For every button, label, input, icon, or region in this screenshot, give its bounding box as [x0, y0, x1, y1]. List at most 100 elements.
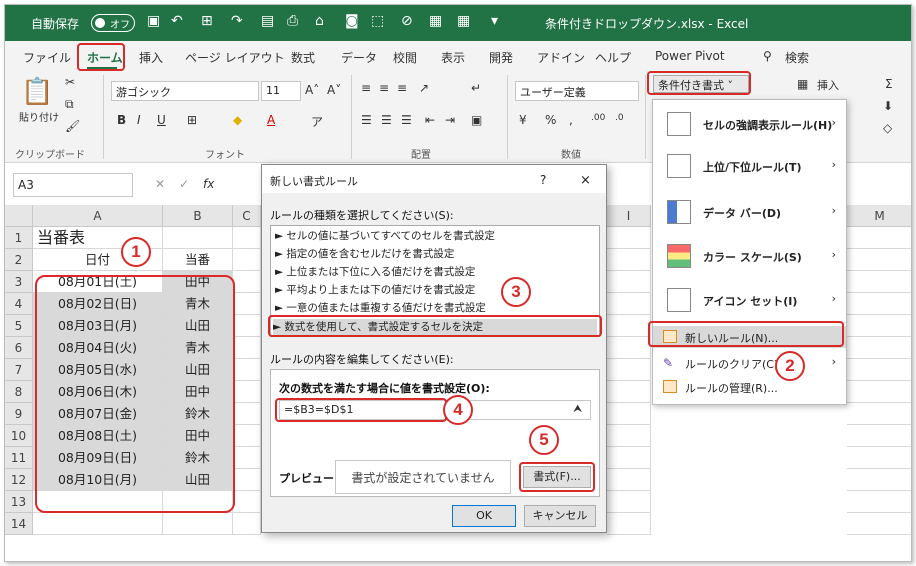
cell-i[interactable]: [607, 271, 651, 293]
cell-c[interactable]: [233, 337, 261, 359]
cancel-button[interactable]: キャンセル: [524, 505, 596, 527]
cell-i[interactable]: [607, 337, 651, 359]
column-header-c[interactable]: C: [233, 205, 261, 227]
rule-option[interactable]: ► 平均より上または下の値だけを書式設定: [275, 282, 595, 299]
align-bottom-icon[interactable]: ≡: [397, 81, 407, 95]
menu-item-icon-sets[interactable]: アイコン セット(I) ›: [653, 288, 846, 312]
comma-icon[interactable]: ,: [569, 113, 573, 127]
cell-i[interactable]: [607, 359, 651, 381]
font-color-icon[interactable]: A: [267, 113, 275, 127]
cell-i[interactable]: [607, 249, 651, 271]
tab-view[interactable]: 表示: [441, 49, 465, 66]
wrap-text-icon[interactable]: ↵: [471, 81, 481, 95]
row-header[interactable]: 6: [5, 337, 33, 359]
column-header-a[interactable]: A: [33, 205, 163, 227]
tab-developer[interactable]: 開発: [489, 49, 513, 66]
cell-c[interactable]: [233, 227, 261, 249]
orientation-icon[interactable]: ↗: [419, 81, 429, 95]
align-right-icon[interactable]: ☰: [401, 113, 412, 127]
borders-icon[interactable]: ⊞: [201, 13, 213, 29]
percent-icon[interactable]: %: [545, 113, 556, 127]
cell-i[interactable]: [607, 293, 651, 315]
italic-icon[interactable]: I: [137, 113, 141, 127]
tab-addins[interactable]: アドイン: [537, 49, 585, 66]
menu-item-top-bottom[interactable]: 上位/下位ルール(T) ›: [653, 154, 846, 178]
cell-m[interactable]: [847, 447, 911, 469]
autosave-toggle[interactable]: オフ: [91, 14, 135, 32]
cell-c[interactable]: [233, 425, 261, 447]
cell-m[interactable]: [847, 381, 911, 403]
tab-power-pivot[interactable]: Power Pivot: [655, 49, 725, 63]
cell-c[interactable]: [233, 271, 261, 293]
cell-a[interactable]: [33, 513, 163, 535]
link-icon[interactable]: ⊘: [401, 13, 413, 29]
customize-qat-icon[interactable]: ▾: [491, 13, 498, 29]
insert-cells-icon[interactable]: ▦: [797, 77, 808, 91]
column-header-i[interactable]: I: [607, 205, 651, 227]
cell-i[interactable]: [607, 513, 651, 535]
row-header[interactable]: 13: [5, 491, 33, 513]
cell-i[interactable]: [607, 469, 651, 491]
border-icon[interactable]: ⊞: [187, 113, 197, 127]
paste-icon[interactable]: ▤: [261, 13, 274, 29]
row-header[interactable]: 2: [5, 249, 33, 271]
redo-icon[interactable]: ↷: [231, 13, 243, 29]
ok-button[interactable]: OK: [452, 505, 516, 527]
cell-c[interactable]: [233, 403, 261, 425]
help-button[interactable]: ?: [540, 173, 546, 187]
menu-item-color-scales[interactable]: カラー スケール(S) ›: [653, 244, 846, 268]
bold-icon[interactable]: B: [117, 113, 126, 127]
collapse-dialog-icon[interactable]: ⮝: [573, 402, 582, 416]
align-center-icon[interactable]: ☰: [381, 113, 392, 127]
cell-c[interactable]: [233, 513, 261, 535]
cell-c[interactable]: [233, 293, 261, 315]
cell-i[interactable]: [607, 403, 651, 425]
autosum-icon[interactable]: Σ: [885, 77, 893, 91]
menu-item-highlight-rules[interactable]: セルの強調表示ルール(H) ›: [653, 112, 846, 136]
decrease-indent-icon[interactable]: ⇤: [425, 113, 435, 127]
format-painter-icon[interactable]: ⌂: [315, 13, 324, 29]
print-icon[interactable]: ⎙: [287, 13, 298, 29]
paste-icon[interactable]: 📋: [21, 77, 53, 107]
cell-m[interactable]: [847, 227, 911, 249]
cell-m[interactable]: [847, 469, 911, 491]
increase-indent-icon[interactable]: ⇥: [445, 113, 455, 127]
cancel-entry-icon[interactable]: ✕: [155, 177, 165, 191]
save-icon[interactable]: ▣: [147, 13, 160, 29]
row-header[interactable]: 12: [5, 469, 33, 491]
row-header[interactable]: 4: [5, 293, 33, 315]
column-header-b[interactable]: B: [163, 205, 233, 227]
cell-c[interactable]: [233, 491, 261, 513]
align-top-icon[interactable]: ≡: [361, 81, 371, 95]
increase-decimal-icon[interactable]: .00: [591, 113, 605, 123]
cell-i[interactable]: [607, 491, 651, 513]
font-size-select[interactable]: 11: [261, 81, 301, 101]
decrease-decimal-icon[interactable]: .0: [615, 113, 624, 123]
row-header[interactable]: 11: [5, 447, 33, 469]
screenshot-icon[interactable]: ⬚: [371, 13, 384, 29]
menu-item-clear-rules[interactable]: ✎ ルールのクリア(C) ›: [653, 352, 846, 374]
tab-insert[interactable]: 挿入: [139, 49, 163, 66]
cell-m[interactable]: [847, 293, 911, 315]
align-left-icon[interactable]: ☰: [361, 113, 372, 127]
cell-i[interactable]: [607, 447, 651, 469]
cell-m[interactable]: [847, 403, 911, 425]
insert-label[interactable]: 挿入: [817, 77, 839, 93]
fill-color-icon[interactable]: ◆: [233, 113, 242, 127]
select-all-corner[interactable]: [5, 205, 33, 227]
cell-c[interactable]: [233, 359, 261, 381]
row-header[interactable]: 8: [5, 381, 33, 403]
row-header[interactable]: 7: [5, 359, 33, 381]
increase-font-icon[interactable]: A˄: [305, 83, 319, 97]
search-label[interactable]: 検索: [785, 49, 809, 66]
rule-option[interactable]: ► セルの値に基づいてすべてのセルを書式設定: [275, 228, 595, 245]
row-header[interactable]: 3: [5, 271, 33, 293]
row-header[interactable]: 14: [5, 513, 33, 535]
align-middle-icon[interactable]: ≡: [379, 81, 389, 95]
close-button[interactable]: ×: [580, 173, 591, 188]
column-header-m[interactable]: M: [847, 205, 911, 227]
cell-b[interactable]: 当番: [163, 249, 233, 271]
insert-function-icon[interactable]: fx: [203, 177, 214, 191]
rule-option[interactable]: ► 指定の値を含むセルだけを書式設定: [275, 246, 595, 263]
merge-icon[interactable]: ▣: [471, 113, 482, 127]
